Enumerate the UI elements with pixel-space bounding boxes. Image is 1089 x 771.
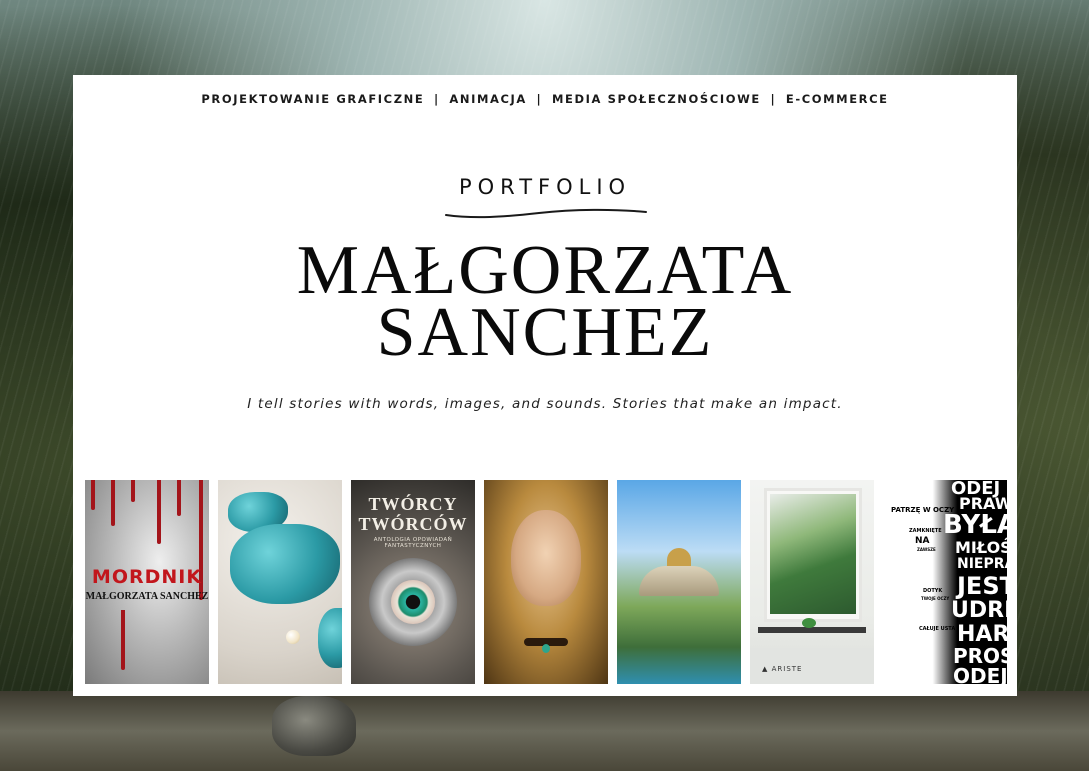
background-ground [0, 691, 1089, 771]
typography-side-word: ZAMKNIĘTE [909, 528, 942, 534]
typography-side-word: ZAWSZE [917, 547, 936, 552]
plant-shape [802, 618, 816, 628]
stone-shape [230, 524, 340, 604]
thumbnail-fantasy-portrait[interactable] [484, 480, 608, 684]
title-line-2: SANCHEZ [376, 294, 714, 371]
blood-drip [121, 610, 125, 670]
thumbnail-tworcy-cover[interactable]: TWÓRCY TWÓRCÓW ANTOLOGIA OPOWIADAŃ FANTA… [351, 480, 475, 684]
portrait-face [511, 510, 581, 606]
forest-painting [770, 494, 856, 614]
typography-side-word: DOTYK [923, 588, 943, 594]
stone-shape [318, 608, 342, 668]
title-line-1: MAŁGORZATA [296, 232, 794, 309]
nav-separator: | [770, 92, 777, 106]
blood-drip [131, 480, 135, 502]
page-title: MAŁGORZATA SANCHEZ [73, 232, 1017, 371]
blood-drip [177, 480, 181, 516]
typography-word: ODEJ [953, 664, 1007, 684]
pearl-shape [286, 630, 300, 644]
cover-author: MAŁGORZATA SANCHEZ [85, 591, 209, 602]
cover-title: TWÓRCY TWÓRCÓW [351, 494, 475, 534]
thumbnail-mordnik-cover[interactable]: MORDNIK MAŁGORZATA SANCHEZ [85, 480, 209, 684]
nav-separator: | [536, 92, 543, 106]
temple-shape [639, 566, 719, 596]
portrait-gem [542, 644, 550, 653]
cover-title-line-2: TWÓRCÓW [358, 514, 468, 534]
squiggle-underline-icon [445, 208, 647, 219]
blood-drip [91, 480, 95, 510]
top-nav: PROJEKTOWANIE GRAFICZNE | ANIMACJA | MED… [73, 92, 1017, 106]
cover-title-line-1: TWÓRCY [368, 494, 458, 514]
cover-title: MORDNIK [91, 566, 203, 588]
typography-word: MIŁOŚ [955, 538, 1007, 557]
page-kicker: PORTFOLIO [458, 175, 632, 199]
thumbnail-ariste-mockup[interactable]: ▲ ARISTE [750, 480, 874, 684]
thumbnail-temple-landscape[interactable] [617, 480, 741, 684]
typography-side-word: CAŁUJE USTA [919, 626, 956, 632]
nav-item-social-media[interactable]: MEDIA SPOŁECZNOŚCIOWE [552, 92, 761, 106]
eye-icon [391, 580, 435, 624]
typography-side-word: PATRZĘ W OCZY [891, 506, 955, 514]
typography-word: NIEPRAW [957, 556, 1007, 572]
thumbnail-typography[interactable]: ODEJ PRAWDZ BYŁA MIŁOŚ NIEPRAW JEST UDRE… [883, 480, 1007, 684]
nav-separator: | [433, 92, 440, 106]
nav-item-graphic-design[interactable]: PROJEKTOWANIE GRAFICZNE [201, 92, 424, 106]
blood-drip [157, 480, 161, 544]
typography-side-word: NA [915, 536, 930, 546]
ariste-brand-text: ARISTE [771, 665, 803, 673]
typography-word: JEST [957, 572, 1007, 600]
typography-word: UDRE [951, 598, 1007, 623]
tagline: I tell stories with words, images, and s… [247, 396, 843, 412]
typography-side-word: TWOJE OCZY [921, 596, 950, 601]
nav-item-e-commerce[interactable]: E-COMMERCE [786, 92, 889, 106]
ariste-logo: ▲ ARISTE [762, 665, 803, 673]
nav-item-animation[interactable]: ANIMACJA [449, 92, 527, 106]
shelf-shape [758, 627, 866, 633]
typography-word: BYŁA [943, 510, 1007, 540]
blood-drip [111, 480, 115, 526]
thumbnail-turquoise-stones[interactable] [218, 480, 342, 684]
portfolio-card: PROJEKTOWANIE GRAFICZNE | ANIMACJA | MED… [73, 75, 1017, 696]
cover-subtitle: ANTOLOGIA OPOWIADAŃ FANTASTYCZNYCH [373, 537, 453, 549]
background-rock [272, 696, 356, 756]
